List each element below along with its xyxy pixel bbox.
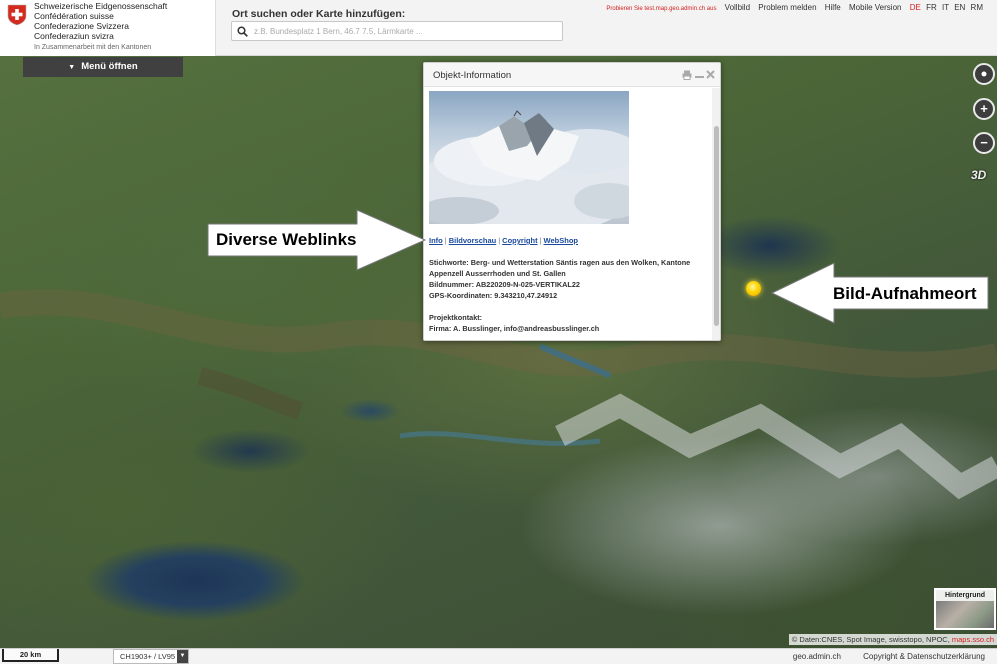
background-selector-label: Hintergrund (936, 590, 994, 601)
map-attribution: © Daten:CNES, Spot Image, swisstopo, NPO… (788, 634, 997, 645)
lang-fr[interactable]: FR (926, 3, 937, 12)
link-separator: | (498, 236, 501, 245)
search-input[interactable] (254, 22, 560, 40)
popup-scrollbar[interactable] (712, 88, 720, 340)
target-icon (981, 71, 987, 77)
popup-title: Objekt-Information (433, 70, 512, 81)
brand-cooperation: In Zusammenarbeit mit den Kantonen (34, 44, 152, 51)
link-separator: | (444, 236, 447, 245)
background-selector[interactable]: Hintergrund (934, 588, 996, 630)
info-link[interactable]: Info (429, 236, 443, 245)
plus-icon: + (980, 101, 988, 116)
weblinks-annotation: Diverse Weblinks (216, 230, 357, 249)
report-problem-link[interactable]: Problem melden (758, 3, 816, 12)
fullscreen-link[interactable]: Vollbild (725, 3, 750, 12)
3d-toggle-button[interactable]: 3D (971, 168, 995, 186)
search-box[interactable] (231, 21, 563, 41)
background-thumbnail (936, 601, 994, 628)
coordinate-system-select[interactable]: CH1903+ / LV95 ▼ (113, 649, 189, 664)
mobile-version-link[interactable]: Mobile Version (849, 3, 901, 12)
coordinate-system-value: CH1903+ / LV95 (120, 652, 176, 661)
top-navigation: Probieren Sie test.map.geo.admin.ch aus … (600, 3, 983, 12)
webshop-link[interactable]: WebShop (544, 236, 578, 245)
mountain-peak-image (429, 110, 629, 224)
geolocate-button[interactable] (973, 63, 995, 85)
footer-bar: 20 km CH1903+ / LV95 ▼ geo.admin.ch Copy… (0, 648, 997, 664)
minimize-icon[interactable] (695, 70, 704, 80)
zoom-in-button[interactable]: + (973, 98, 995, 120)
keywords-text-cont: Appenzell Ausserrhoden und St. Gallen (429, 269, 566, 278)
print-icon[interactable] (682, 70, 692, 80)
popup-details: Stichworte: Berg- und Wetterstation Sänt… (429, 257, 709, 334)
footer-links: geo.admin.ch Copyright & Datenschutzerkl… (773, 652, 985, 661)
project-contact-label: Projektkontakt: (429, 313, 483, 322)
link-separator: | (539, 236, 542, 245)
site-link[interactable]: geo.admin.ch (793, 652, 841, 661)
brand-line-it: Confederazione Svizzera (34, 21, 129, 31)
minus-icon: − (980, 135, 988, 150)
lang-it[interactable]: IT (942, 3, 949, 12)
attribution-link[interactable]: maps.sso.ch (952, 635, 994, 644)
project-contact-text: Firma: A. Busslinger, info@andreasbussli… (429, 324, 600, 333)
popup-header: Objekt-Information (424, 63, 720, 87)
image-number-text: Bildnummer: AB220209-N-025-VERTIKAL22 (429, 280, 580, 289)
close-icon[interactable] (706, 70, 715, 79)
chevron-down-icon: ▼ (177, 650, 188, 663)
search-label: Ort suchen oder Karte hinzufügen: (232, 8, 406, 20)
image-preview-link[interactable]: Bildvorschau (449, 236, 497, 245)
lang-rm[interactable]: RM (971, 3, 983, 12)
open-menu-button[interactable]: ▼ Menü öffnen (23, 57, 183, 77)
object-info-popup: Objekt-Information Info | Bildvorschau |… (423, 62, 721, 341)
caret-down-icon: ▼ (68, 64, 76, 71)
copyright-link[interactable]: Copyright (502, 236, 537, 245)
brand-line-de: Schweizerische Eidgenossenschaft (34, 1, 168, 11)
brand-line-rm: Confederaziun svizra (34, 31, 114, 41)
lang-en[interactable]: EN (954, 3, 965, 12)
test-site-link[interactable]: Probieren Sie test.map.geo.admin.ch aus (606, 6, 716, 12)
photo-location-annotation: Bild-Aufnahmeort (833, 284, 977, 303)
popup-scroll-thumb[interactable] (714, 126, 719, 326)
photo-location-marker[interactable] (746, 281, 761, 296)
copyright-privacy-link[interactable]: Copyright & Datenschutzerklärung (863, 652, 985, 661)
brand-block[interactable]: Schweizerische Eidgenossenschaft Confédé… (0, 0, 216, 56)
popup-body: Info | Bildvorschau | Copyright | WebShop Stic… (424, 88, 712, 340)
header-bar: Schweizerische Eidgenossenschaft Confédé… (0, 0, 997, 56)
help-link[interactable]: Hilfe (825, 3, 841, 12)
brand-line-fr: Confédération suisse (34, 11, 114, 21)
search-icon (237, 26, 248, 37)
popup-weblinks: Info | Bildvorschau | Copyright | WebShop (429, 236, 578, 245)
scale-bar: 20 km (2, 649, 59, 662)
gps-coordinates-text: GPS-Koordinaten: 9.343210,47.24912 (429, 291, 558, 300)
open-menu-label: Menü öffnen (81, 61, 138, 72)
swiss-coat-of-arms-icon (7, 4, 27, 26)
keywords-text: Stichworte: Berg- und Wetterstation Sänt… (429, 258, 691, 267)
zoom-out-button[interactable]: − (973, 132, 995, 154)
lang-de[interactable]: DE (910, 3, 921, 12)
aerial-photo[interactable] (429, 91, 629, 224)
attribution-text: © Daten:CNES, Spot Image, swisstopo, NPO… (791, 635, 950, 644)
